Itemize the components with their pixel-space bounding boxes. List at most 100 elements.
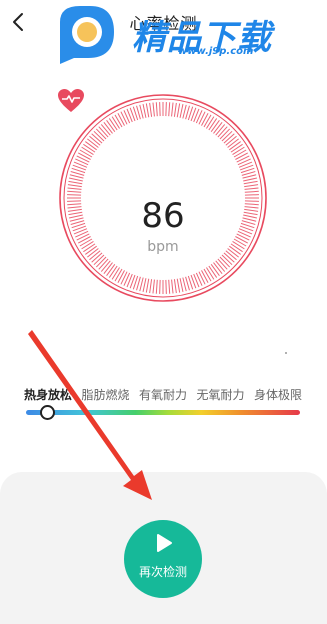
gauge-tick: [106, 264, 116, 276]
gauge-tick: [242, 174, 257, 179]
gauge-tick: [244, 184, 259, 188]
gauge-tick: [244, 187, 259, 190]
gauge-tick: [114, 114, 123, 128]
gauge-tick: [95, 128, 107, 140]
gauge-tick: [227, 138, 239, 148]
gauge-tick: [168, 279, 171, 294]
gauge-tick: [215, 124, 226, 136]
gauge-tick: [217, 258, 228, 270]
gauge-tick: [236, 155, 250, 163]
gauge-tick: [217, 126, 228, 138]
gauge-tick: [81, 146, 94, 155]
gauge-tick: [142, 278, 147, 293]
heart-rate-zone-bar: [26, 410, 300, 415]
gauge-tick: [149, 102, 153, 117]
heart-rate-zone-labels: 热身放松 脂肪燃烧 有氧耐力 无氧耐力 身体极限: [24, 386, 302, 403]
gauge-tick: [221, 254, 233, 266]
gauge-tick: [98, 126, 109, 138]
zone-label: 有氧耐力: [138, 388, 187, 402]
gauge-tick: [219, 128, 231, 140]
gauge-tick: [243, 180, 258, 185]
play-icon: [157, 534, 172, 552]
zone-indicator-knob: [40, 405, 55, 420]
heart-pulse-icon: [58, 89, 84, 112]
zone-label: 无氧耐力: [196, 388, 245, 402]
gauge-tick: [233, 149, 247, 158]
gauge-tick: [76, 155, 90, 163]
gauge-tick: [100, 260, 111, 272]
zone-label: 脂肪燃烧: [81, 388, 130, 402]
gauge-tick: [210, 120, 220, 132]
heart-rate-unit: bpm: [147, 239, 179, 255]
gauge-tick: [219, 256, 231, 268]
gauge-tick: [106, 120, 116, 132]
gauge-tick: [67, 187, 82, 190]
gauge-tick: [111, 116, 120, 129]
gauge-tick: [179, 278, 184, 293]
gauge-tick: [111, 267, 120, 280]
gauge-tick: [232, 146, 245, 155]
gauge-tick: [68, 180, 83, 185]
gauge-tick: [108, 118, 118, 131]
gauge-tick: [243, 177, 258, 182]
gauge-tick: [98, 258, 109, 270]
gauge-tick: [155, 102, 158, 117]
gauge-tick: [173, 279, 177, 294]
gauge-tick: [198, 111, 206, 125]
gauge-tick: [176, 103, 181, 118]
gauge-tick: [83, 143, 96, 153]
gauge-tick: [235, 152, 248, 160]
gauge-tick: [213, 262, 223, 274]
gauge-tick: [198, 271, 206, 285]
gauge-tick: [152, 279, 155, 294]
gauge-tick: [176, 278, 181, 293]
gauge-tick: [93, 130, 105, 142]
gauge-tick: [142, 103, 147, 118]
gauge-tick: [179, 103, 184, 118]
gauge-tick: [69, 174, 84, 179]
gauge-tick: [171, 279, 174, 294]
gauge-tick: [215, 260, 226, 272]
gauge-tick: [68, 177, 83, 182]
gauge-tick: [152, 102, 155, 117]
zone-label: 身体极限: [253, 388, 302, 402]
gauge-tick: [223, 133, 235, 144]
gauge-tick: [139, 277, 144, 292]
gauge-tick: [201, 113, 209, 126]
gauge-tick: [210, 264, 220, 276]
gauge-tick: [108, 265, 118, 278]
gauge-tick: [173, 102, 177, 117]
gauge-tick: [206, 267, 215, 280]
gauge-tick: [201, 270, 209, 283]
gauge-tick: [244, 190, 259, 193]
watermark-url: www.j9p.com: [178, 46, 254, 57]
redetect-label: 再次检测: [138, 565, 187, 579]
gauge-tick: [120, 111, 128, 125]
gauge-tick: [100, 124, 111, 136]
watermark-logo-icon: [60, 6, 114, 64]
gauge-tick: [103, 122, 113, 134]
gauge-tick: [79, 149, 93, 158]
gauge-tick: [114, 268, 123, 282]
redetect-button[interactable]: 再次检测: [124, 520, 202, 598]
gauge-tick: [221, 130, 233, 142]
gauge-tick: [145, 103, 150, 118]
gauge-tick: [206, 116, 215, 129]
gauge-tick: [208, 265, 218, 278]
gauge-tick: [203, 114, 212, 128]
gauge-tick: [103, 262, 113, 274]
gauge-tick: [182, 104, 187, 119]
gauge-tick: [117, 113, 125, 126]
gauge-tick: [67, 184, 82, 188]
gauge-tick: [145, 278, 150, 293]
stray-dot: [285, 352, 287, 354]
gauge-tick: [95, 256, 107, 268]
gauge-tick: [139, 104, 144, 119]
gauge-tick: [78, 152, 91, 160]
gauge-tick: [208, 118, 218, 131]
gauge-tick: [120, 271, 128, 285]
gauge-tick: [67, 190, 82, 193]
gauge-tick: [91, 133, 103, 144]
gauge-tick: [87, 138, 99, 148]
gauge-tick: [203, 268, 212, 282]
